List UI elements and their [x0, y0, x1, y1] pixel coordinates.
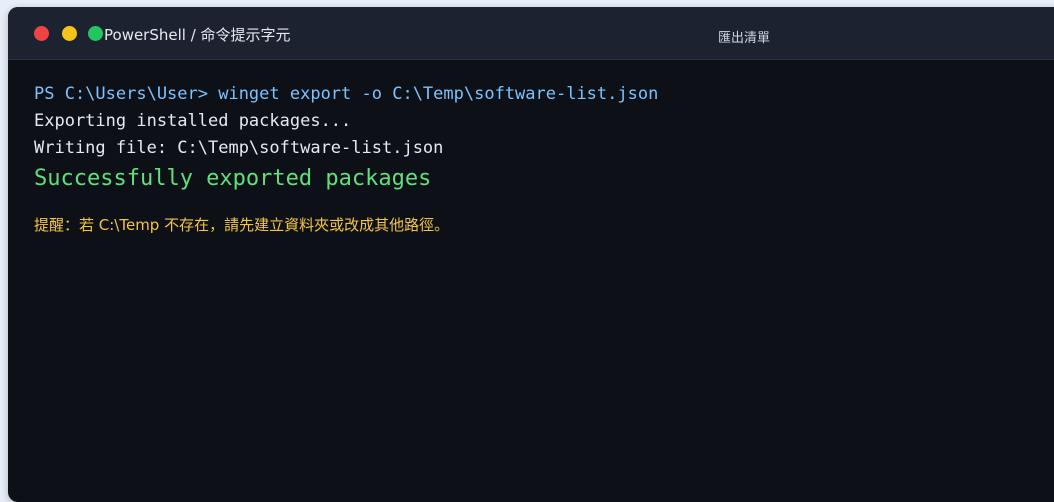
command-line: PS C:\Users\User> winget export -o C:\Te… — [34, 84, 659, 104]
output-line: Writing file: C:\Temp\software-list.json — [34, 138, 444, 158]
tab-label: 匯出清單 — [718, 31, 771, 46]
terminal-output[interactable]: PS C:\Users\User> winget export -o C:\Te… — [34, 81, 1048, 250]
maximize-button[interactable] — [88, 26, 103, 41]
close-button[interactable] — [34, 26, 49, 41]
success-message: Successfully exported packages — [34, 166, 432, 191]
minimize-button[interactable] — [62, 26, 77, 41]
output-line: Exporting installed packages... — [34, 111, 352, 131]
title-bar: PowerShell / 命令提示字元 匯出清單 — [8, 7, 1054, 60]
window-title: PowerShell / 命令提示字元 — [104, 26, 291, 44]
terminal-window: PowerShell / 命令提示字元 匯出清單 PS C:\Users\Use… — [8, 7, 1054, 502]
reminder-note: 提醒：若 C:\Temp 不存在，請先建立資料夾或改成其他路徑。 — [34, 216, 450, 234]
